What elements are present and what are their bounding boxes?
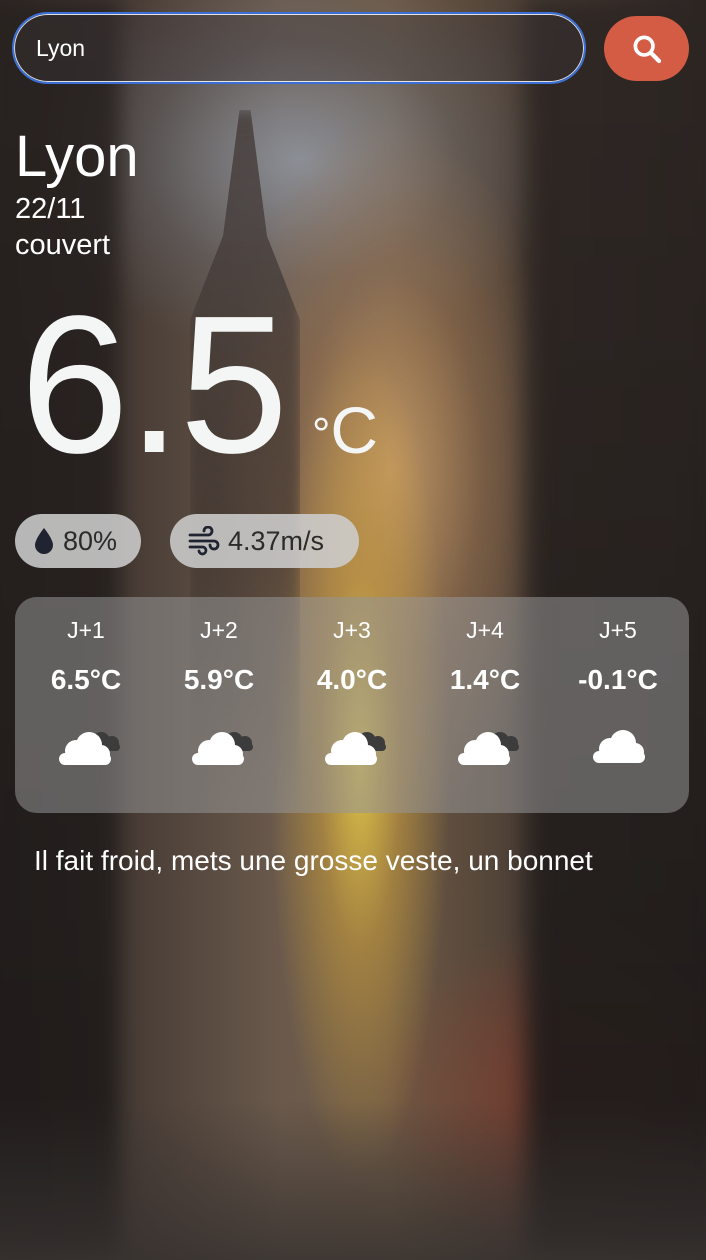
cloud-icon: [593, 730, 645, 763]
forecast-day-temperature: 1.4°C: [449, 664, 521, 695]
city-search-input[interactable]: [12, 12, 586, 84]
forecast-day-label: J+1: [67, 617, 105, 643]
weather-condition: couvert: [15, 229, 111, 261]
forecast-day-label: J+3: [333, 617, 371, 643]
forecast-day-temperature: 5.9°C: [183, 664, 255, 695]
humidity-chip: 80%: [15, 514, 141, 568]
forecast-day-temperature: 4.0°C: [316, 664, 388, 695]
forecast-day-temperature: -0.1°C: [578, 664, 658, 695]
forecast-panel: J+1 6.5°C J+2 5.9°C J+3 4.0°C J+4 1.4°C …: [15, 597, 689, 813]
cloudy-icon: [192, 732, 253, 765]
forecast-day-label: J+2: [200, 617, 238, 643]
wind-value: 4.37m/s: [228, 525, 325, 556]
search-icon: [633, 35, 661, 63]
clothing-advice: Il fait froid, mets une grosse veste, un…: [34, 845, 593, 876]
current-temperature: 6.5: [20, 275, 288, 494]
weather-app: Lyon 22/11 couvert 6.5 °C 80% 4.37m/s J+…: [0, 0, 706, 1260]
search-button[interactable]: [604, 16, 689, 81]
city-name: Lyon: [15, 124, 139, 189]
water-drop-icon: [33, 527, 55, 555]
current-date: 22/11: [15, 193, 86, 225]
forecast-day: J+1 6.5°C: [19, 597, 153, 813]
humidity-value: 80%: [63, 525, 118, 556]
forecast-day: J+5 -0.1°C: [551, 597, 685, 813]
cloudy-icon: [325, 732, 386, 765]
cloudy-icon: [458, 732, 519, 765]
cloudy-icon: [59, 732, 120, 765]
forecast-day-label: J+4: [466, 617, 504, 643]
temperature-unit: °C: [312, 393, 379, 467]
forecast-day: J+4 1.4°C: [418, 597, 552, 813]
wind-icon: [188, 526, 220, 556]
forecast-day: J+3 4.0°C: [285, 597, 419, 813]
forecast-day-label: J+5: [599, 617, 637, 643]
wind-chip: 4.37m/s: [170, 514, 359, 568]
forecast-day-temperature: 6.5°C: [50, 664, 122, 695]
forecast-day: J+2 5.9°C: [152, 597, 286, 813]
